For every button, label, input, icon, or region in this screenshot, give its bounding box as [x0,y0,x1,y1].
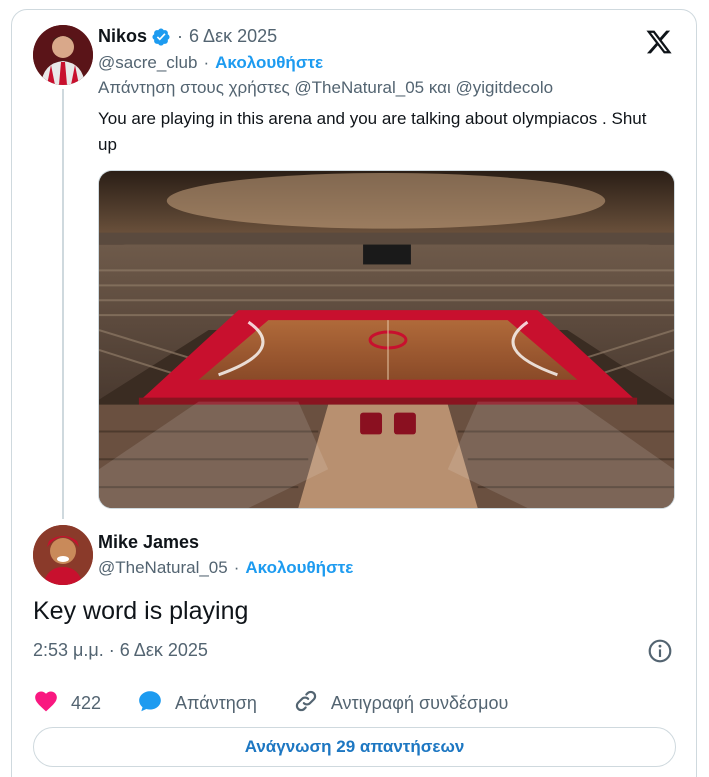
author-handle[interactable]: @TheNatural_05 [98,558,228,578]
action-bar: 422 Απάντηση Αντιγραφή συνδέσμου [33,688,544,718]
thread-line [62,89,64,519]
parent-author-row: Nikos · 6 Δεκ 2025 [98,26,277,47]
author-handle[interactable]: @sacre_club [98,53,197,73]
copy-link-label: Αντιγραφή συνδέσμου [330,692,509,713]
separator-dot: · [203,53,210,72]
replying-to-and: και [428,78,451,97]
separator-dot: · [233,558,240,577]
copy-link-button[interactable]: Αντιγραφή συνδέσμου [293,688,508,719]
reply-user-link[interactable]: @TheNatural_05 [294,78,424,97]
author-name[interactable]: Mike James [98,532,199,553]
follow-button[interactable]: Ακολουθήστε [215,53,323,73]
reply-label: Απάντηση [175,692,257,713]
tweet-text: You are playing in this arena and you ar… [98,109,647,154]
reply-text: Key word is playing [33,597,249,625]
post-timestamp[interactable]: 2:53 μ.μ. · 6 Δεκ 2025 [33,640,208,661]
parent-handle-row: @sacre_club · Ακολουθήστε [98,53,323,73]
follow-button[interactable]: Ακολουθήστε [245,558,353,578]
read-replies-button[interactable]: Ανάγνωση 29 απαντήσεων [33,727,676,767]
like-button[interactable]: 422 [33,688,101,719]
verified-badge-icon [151,27,171,47]
post-date[interactable]: 6 Δεκ 2025 [189,26,277,47]
x-logo-icon[interactable] [635,18,683,66]
avatar[interactable] [33,525,93,585]
avatar[interactable] [33,25,93,85]
separator-dot: · [177,26,184,46]
replying-to-label: Απάντηση στους χρήστες [98,78,290,97]
reply-user-link[interactable]: @yigitdecolo [456,78,554,97]
heart-icon [33,688,59,719]
reply-button[interactable]: Απάντηση [137,688,257,719]
reply-author-row: Mike James [98,532,199,553]
author-name[interactable]: Nikos [98,26,147,47]
info-icon[interactable] [647,638,673,664]
tweet-media-image[interactable] [98,170,675,509]
speech-bubble-icon [137,688,163,719]
like-count: 422 [71,692,102,713]
reply-handle-row: @TheNatural_05 · Ακολουθήστε [98,558,353,578]
link-icon [293,688,319,719]
replying-to-line: Απάντηση στους χρήστες @TheNatural_05 κα… [98,78,553,98]
